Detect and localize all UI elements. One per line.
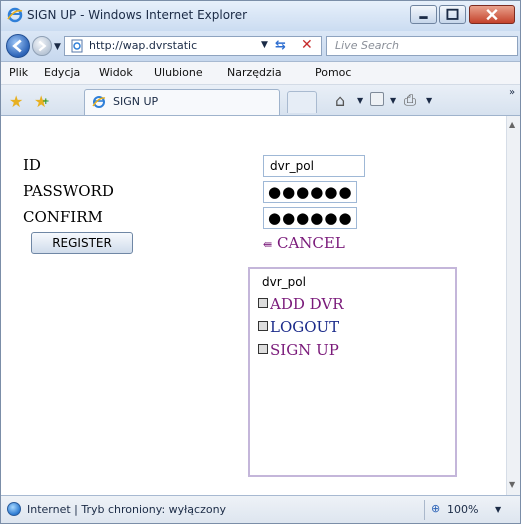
menu-plik[interactable]: Plik: [9, 66, 28, 79]
menu-ulubione[interactable]: Ulubione: [154, 66, 203, 79]
print-icon[interactable]: ⎙: [404, 91, 416, 109]
search-input[interactable]: Live Search: [326, 36, 518, 56]
scroll-up-icon[interactable]: ▲: [509, 120, 515, 129]
confirm-field[interactable]: ●●●●●●: [263, 207, 357, 229]
panel-username: dvr_pol: [262, 275, 306, 289]
minimize-icon: [419, 16, 428, 19]
tab-ie-icon: [92, 96, 106, 108]
page-content: ID PASSWORD CONFIRM dvr_pol ●●●●●● ●●●●●…: [1, 116, 506, 495]
favorites-star-icon[interactable]: ★: [9, 92, 23, 111]
title-bar: SIGN UP - Windows Internet Explorer: [1, 1, 520, 32]
password-label: PASSWORD: [23, 182, 114, 200]
print-dropdown-icon[interactable]: ▼: [426, 96, 432, 105]
vertical-scrollbar[interactable]: ▲ ▼: [506, 116, 520, 495]
id-value[interactable]: dvr_pol: [270, 159, 314, 173]
cancel-link[interactable]: ⇚ CANCEL: [263, 234, 345, 252]
chevron-more-icon[interactable]: »: [509, 87, 515, 98]
status-divider: [424, 500, 425, 520]
search-placeholder: Live Search: [335, 39, 399, 52]
logout-link[interactable]: LOGOUT: [258, 318, 339, 336]
feeds-icon[interactable]: [370, 92, 384, 106]
user-panel: dvr_pol ADD DVR LOGOUT SIGN UP: [248, 267, 457, 477]
id-label: ID: [23, 156, 41, 174]
page-icon: [71, 39, 83, 53]
stop-icon[interactable]: ✕: [301, 37, 313, 53]
zone-status: Internet | Tryb chroniony: wyłączony: [27, 503, 227, 516]
maximize-button[interactable]: [439, 5, 466, 24]
zoom-icon[interactable]: ⊕: [431, 502, 440, 515]
ie-logo-icon: [7, 7, 23, 23]
url-field[interactable]: http://wap.dvrstatic ▼ ⇆ ✕: [64, 36, 322, 56]
zoom-level[interactable]: 100%: [447, 503, 478, 516]
url-text[interactable]: http://wap.dvrstatic: [89, 39, 257, 52]
tab-bar: ★ ★ + SIGN UP ⌂ ▼ ▼ ⎙ ▼ »: [1, 85, 520, 116]
tab-label: SIGN UP: [113, 95, 159, 108]
add-dvr-label[interactable]: ADD DVR: [270, 295, 344, 313]
close-icon: [486, 8, 498, 21]
register-label: REGISTER: [52, 236, 112, 250]
id-field[interactable]: dvr_pol: [263, 155, 365, 177]
zoom-dropdown-icon[interactable]: ▼: [495, 505, 501, 514]
minimize-button[interactable]: [410, 5, 437, 24]
confirm-value[interactable]: ●●●●●●: [268, 209, 353, 227]
register-button[interactable]: REGISTER: [31, 232, 133, 254]
internet-zone-icon: [7, 502, 21, 516]
home-dropdown-icon[interactable]: ▼: [357, 96, 363, 105]
home-icon[interactable]: ⌂: [335, 91, 345, 110]
sign-up-link[interactable]: SIGN UP: [258, 341, 339, 359]
add-dvr-icon: [258, 298, 268, 308]
password-value[interactable]: ●●●●●●: [268, 183, 353, 201]
tab-sign-up[interactable]: SIGN UP: [84, 89, 280, 115]
window-title: SIGN UP - Windows Internet Explorer: [27, 8, 248, 22]
cancel-label[interactable]: CANCEL: [277, 234, 345, 252]
feeds-dropdown-icon[interactable]: ▼: [390, 96, 396, 105]
sign-up-icon: [258, 344, 268, 354]
menu-pomoc[interactable]: Pomoc: [315, 66, 351, 79]
menu-narzedzia[interactable]: Narzędzia: [227, 66, 282, 79]
refresh-icon[interactable]: ⇆: [275, 38, 286, 53]
menu-edycja[interactable]: Edycja: [44, 66, 80, 79]
menu-widok[interactable]: Widok: [99, 66, 133, 79]
status-bar: Internet | Tryb chroniony: wyłączony ⊕ 1…: [1, 495, 520, 523]
cancel-arrow-icon: ⇚: [263, 238, 273, 251]
logout-label[interactable]: LOGOUT: [270, 318, 339, 336]
back-arrow-icon: [12, 39, 22, 53]
browser-window: SIGN UP - Windows Internet Explorer ▼ ht…: [0, 0, 521, 524]
add-favorites-icon[interactable]: ★ +: [34, 92, 50, 111]
forward-button[interactable]: [32, 36, 52, 56]
maximize-icon: [446, 8, 459, 20]
url-dropdown-icon[interactable]: ▼: [261, 40, 268, 50]
history-dropdown-icon[interactable]: ▼: [54, 42, 61, 52]
add-dvr-link[interactable]: ADD DVR: [258, 295, 344, 313]
password-field[interactable]: ●●●●●●: [263, 181, 357, 203]
address-bar: ▼ http://wap.dvrstatic ▼ ⇆ ✕ Live Search: [1, 31, 520, 62]
menu-bar: Plik Edycja Widok Ulubione Narzędzia Pom…: [1, 62, 520, 85]
forward-arrow-icon: [38, 40, 47, 52]
confirm-label: CONFIRM: [23, 208, 103, 226]
sign-up-label[interactable]: SIGN UP: [270, 341, 339, 359]
logout-icon: [258, 321, 268, 331]
back-button[interactable]: [6, 34, 30, 58]
new-tab-button[interactable]: [287, 91, 317, 113]
scroll-down-icon[interactable]: ▼: [509, 480, 515, 489]
close-button[interactable]: [469, 5, 515, 24]
